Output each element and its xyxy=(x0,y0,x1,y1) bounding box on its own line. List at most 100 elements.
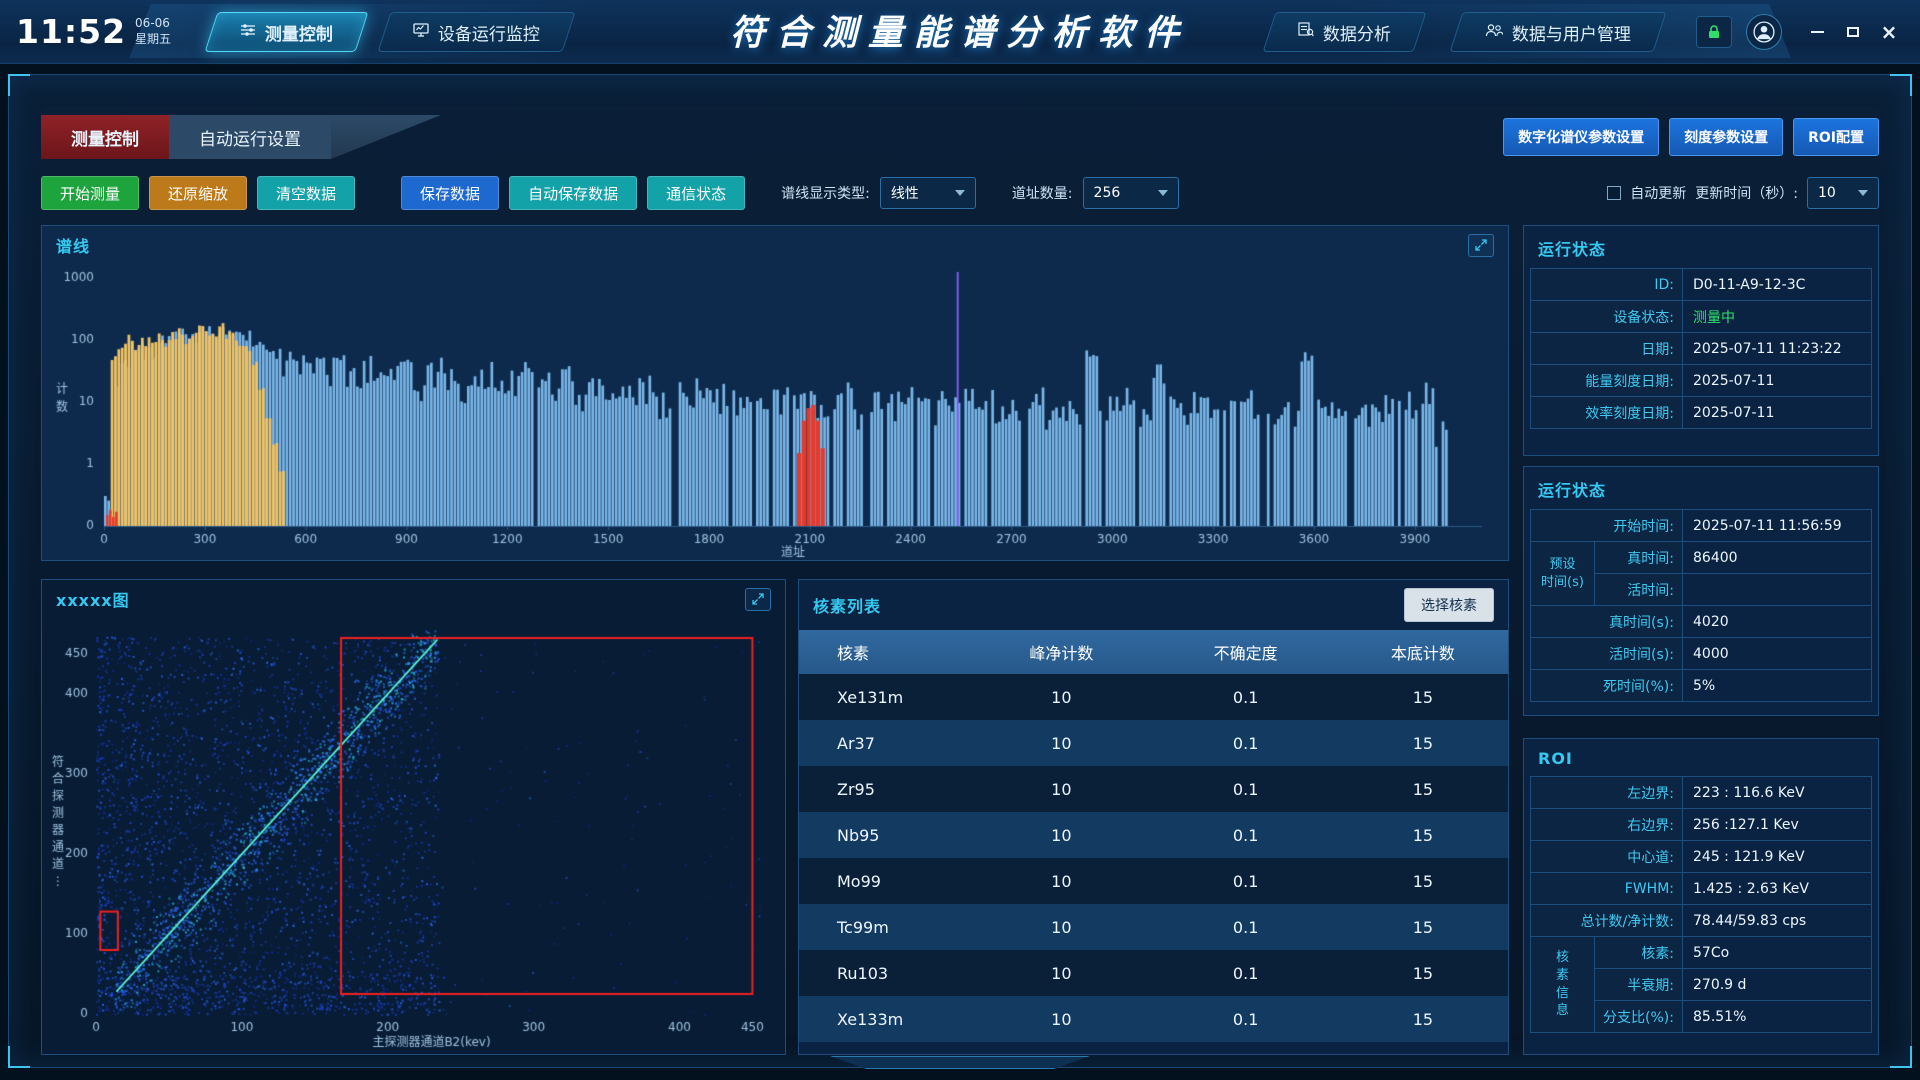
status-row: 开始时间:2025-07-11 11:56:59 xyxy=(1531,510,1872,542)
table-row[interactable]: Ru103100.115 xyxy=(799,950,1508,996)
toolbar-button[interactable]: 还原缩放 xyxy=(149,176,247,210)
roi-config-button[interactable]: ROI配置 xyxy=(1793,118,1879,156)
status-label: 效率刻度日期: xyxy=(1531,397,1683,429)
table-cell: 10 xyxy=(969,904,1153,950)
window-controls: × xyxy=(1802,18,1904,46)
minimize-button[interactable] xyxy=(1802,18,1832,46)
tab-measure-control[interactable]: 测量控制 xyxy=(41,115,169,159)
scatter-chart-canvas[interactable] xyxy=(42,618,783,1054)
table-cell: Zr95 xyxy=(799,766,969,812)
table-cell: 0.1 xyxy=(1153,858,1337,904)
top-nav-right: 数据分析 数据与用户管理 × xyxy=(1269,12,1904,52)
status-label: ID: xyxy=(1531,269,1683,301)
channel-count-value: 256 xyxy=(1094,185,1121,201)
status-label: 设备状态: xyxy=(1531,301,1683,333)
table-row[interactable]: Ar37100.115 xyxy=(799,720,1508,766)
status-value: 86400 xyxy=(1683,542,1872,574)
table-cell: 15 xyxy=(1338,904,1508,950)
status-label: 核素: xyxy=(1595,937,1683,969)
maximize-button[interactable] xyxy=(1838,18,1868,46)
toolbar-button[interactable]: 保存数据 xyxy=(401,176,499,210)
table-column-header: 不确定度 xyxy=(1153,630,1337,674)
main-frame: 测量控制 自动运行设置 数字化谱仪参数设置 刻度参数设置 ROI配置 开始测量还… xyxy=(8,74,1912,1068)
channel-count-select[interactable]: 256 xyxy=(1083,177,1179,209)
table-cell: Nb95 xyxy=(799,812,969,858)
table-column-header: 本底计数 xyxy=(1338,630,1508,674)
status-value: 223 : 116.6 KeV xyxy=(1683,777,1872,809)
table-cell: 10 xyxy=(969,858,1153,904)
nav-data-analysis[interactable]: 数据分析 xyxy=(1263,12,1427,52)
table-row[interactable]: Zr95100.115 xyxy=(799,766,1508,812)
tab-bar-decoration xyxy=(331,115,441,159)
table-row[interactable]: Tc99m100.115 xyxy=(799,904,1508,950)
update-interval-select[interactable]: 10 xyxy=(1807,177,1879,209)
status-value: 2025-07-11 11:56:59 xyxy=(1683,510,1872,542)
toolbar-button[interactable]: 清空数据 xyxy=(257,176,355,210)
spectrum-panel-header: 谱线 xyxy=(42,226,1508,264)
status-row: 中心道:245 : 121.9 KeV xyxy=(1531,841,1872,873)
status-label: 右边界: xyxy=(1531,809,1683,841)
update-interval-label: 更新时间（秒）: xyxy=(1695,183,1798,203)
tab-auto-run-settings[interactable]: 自动运行设置 xyxy=(169,115,331,159)
status-row: 真时间(s):4020 xyxy=(1531,606,1872,638)
main-grid: 谱线 xxxxx图 xyxy=(41,225,1879,1055)
nav-label: 数据分析 xyxy=(1323,19,1391,44)
status-row: 日期:2025-07-11 11:23:22 xyxy=(1531,333,1872,365)
auto-update-label: 自动更新 xyxy=(1630,183,1686,203)
table-cell: 0.1 xyxy=(1153,812,1337,858)
digitizer-params-button[interactable]: 数字化谱仪参数设置 xyxy=(1503,118,1659,156)
expand-icon[interactable] xyxy=(1468,234,1494,257)
nuclide-table: 核素峰净计数不确定度本底计数 Xe131m100.115Ar37100.115Z… xyxy=(799,630,1508,1042)
auto-update-checkbox[interactable] xyxy=(1607,186,1621,200)
clock-time: 11:52 xyxy=(16,12,126,51)
table-cell: 10 xyxy=(969,950,1153,996)
close-button[interactable]: × xyxy=(1874,18,1904,46)
table-cell: 0.1 xyxy=(1153,720,1337,766)
table-cell: 0.1 xyxy=(1153,904,1337,950)
toolbar-button[interactable]: 开始测量 xyxy=(41,176,139,210)
display-type-select[interactable]: 线性 xyxy=(880,177,976,209)
table-cell: Xe131m xyxy=(799,674,969,720)
auto-update-controls: 自动更新 更新时间（秒）: 10 xyxy=(1607,177,1879,209)
nuclide-list-panel: 核素列表 选择核素 核素峰净计数不确定度本底计数 Xe131m100.115Ar… xyxy=(798,579,1509,1055)
status-row: 预设时间(s)真时间:86400 xyxy=(1531,542,1872,574)
table-cell: 0.1 xyxy=(1153,674,1337,720)
run-status-panel-2: 运行状态 开始时间:2025-07-11 11:56:59预设时间(s)真时间:… xyxy=(1523,466,1879,716)
roi-panel: ROI 左边界:223 : 116.6 KeV右边界:256 :127.1 Ke… xyxy=(1523,738,1879,1055)
nav-measure-control[interactable]: 测量控制 xyxy=(205,12,369,52)
top-bar: 11:52 06-06 星期五 测量控制 设备运行监控 符合测量能谱分析软件 xyxy=(0,0,1920,64)
status-value: 5% xyxy=(1683,670,1872,702)
app-title: 符合测量能谱分析软件 xyxy=(730,4,1190,55)
run-status-title: 运行状态 xyxy=(1530,226,1872,268)
select-nuclide-button[interactable]: 选择核素 xyxy=(1404,588,1494,622)
status-row: 设备状态:测量中 xyxy=(1531,301,1872,333)
status-row: 左边界:223 : 116.6 KeV xyxy=(1531,777,1872,809)
lock-icon[interactable] xyxy=(1696,16,1732,48)
nav-device-monitor[interactable]: 设备运行监控 xyxy=(378,12,576,52)
clock-weekday: 星期五 xyxy=(135,32,171,46)
status-label: 活时间(s): xyxy=(1531,638,1683,670)
table-row[interactable]: Xe133m100.115 xyxy=(799,996,1508,1042)
run-status-table: ID:D0-11-A9-12-3C设备状态:测量中日期:2025-07-11 1… xyxy=(1530,268,1872,429)
toolbar-button[interactable]: 自动保存数据 xyxy=(509,176,637,210)
table-cell: 10 xyxy=(969,674,1153,720)
status-label: 活时间: xyxy=(1595,574,1683,606)
table-row[interactable]: Nb95100.115 xyxy=(799,812,1508,858)
table-row[interactable]: Xe131m100.115 xyxy=(799,674,1508,720)
status-value: 78.44/59.83 cps xyxy=(1683,905,1872,937)
status-label: 开始时间: xyxy=(1531,510,1683,542)
nuclide-panel-header: 核素列表 选择核素 xyxy=(799,580,1508,630)
left-column: 谱线 xxxxx图 xyxy=(41,225,1509,1055)
calibration-params-button[interactable]: 刻度参数设置 xyxy=(1669,118,1783,156)
table-header-row: 核素峰净计数不确定度本底计数 xyxy=(799,630,1508,674)
nav-data-user-management[interactable]: 数据与用户管理 xyxy=(1450,12,1667,52)
status-value: 2025-07-11 xyxy=(1683,397,1872,429)
user-avatar-icon[interactable] xyxy=(1746,14,1782,50)
status-label: 半衰期: xyxy=(1595,969,1683,1001)
expand-icon[interactable] xyxy=(745,588,771,611)
toolbar-button[interactable]: 通信状态 xyxy=(647,176,745,210)
bottom-notch-decoration xyxy=(830,1056,1090,1069)
frame-corner xyxy=(1890,74,1912,96)
table-row[interactable]: Mo99100.115 xyxy=(799,858,1508,904)
spectrum-chart-canvas[interactable] xyxy=(42,264,1508,560)
